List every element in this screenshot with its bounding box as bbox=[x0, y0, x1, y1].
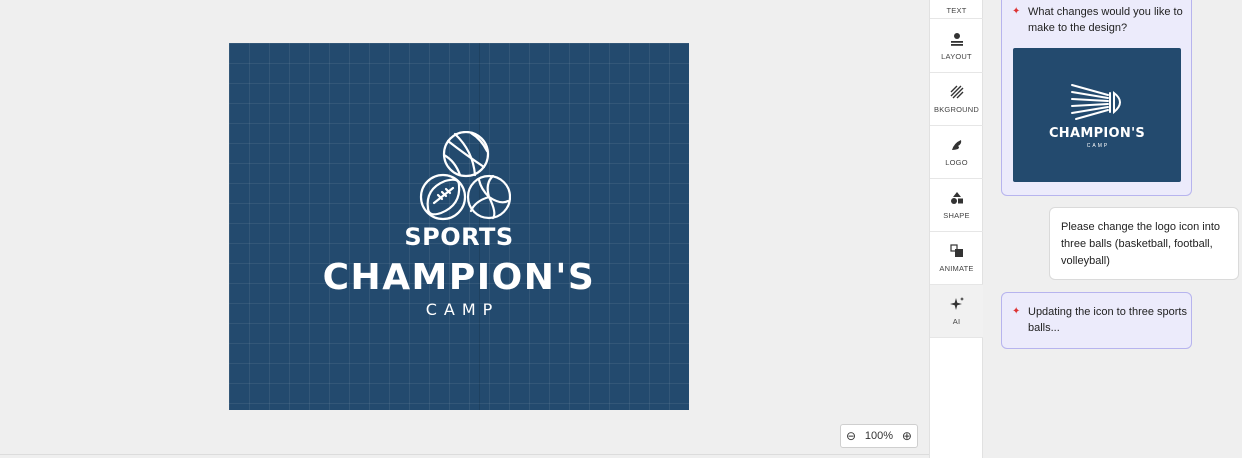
sparkle-icon: ✦ bbox=[1012, 306, 1021, 317]
tool-layout[interactable]: LAYOUT bbox=[930, 20, 983, 73]
design-canvas[interactable]: SPORTS CHAMPION'S CAMP bbox=[229, 43, 689, 410]
tool-label: LAYOUT bbox=[941, 52, 972, 61]
headline-champions[interactable]: CHAMPION'S bbox=[229, 257, 689, 298]
tool-rail: TEXT LAYOUT BKGROUND LOGO SHAPE ANIMATE bbox=[929, 0, 983, 458]
zoom-in-icon[interactable]: ⊕ bbox=[902, 430, 912, 442]
logo-graphic[interactable] bbox=[415, 131, 511, 221]
ai-message: ✦ Updating the icon to three sports ball… bbox=[1001, 292, 1192, 349]
ai-chat-panel: ✦ What changes would you like to make to… bbox=[983, 0, 1242, 458]
tool-background[interactable]: BKGROUND bbox=[930, 73, 983, 126]
football-icon bbox=[419, 173, 467, 221]
tool-label: BKGROUND bbox=[934, 105, 979, 114]
sparkle-icon: ✦ bbox=[1012, 6, 1021, 17]
zoom-out-icon[interactable]: ⊖ bbox=[846, 430, 856, 442]
user-message-text: Please change the logo icon into three b… bbox=[1061, 221, 1221, 267]
tool-shape[interactable]: SHAPE bbox=[930, 179, 983, 232]
ai-message-text: Updating the icon to three sports balls.… bbox=[1028, 306, 1187, 334]
tool-animate[interactable]: ANIMATE bbox=[930, 232, 983, 285]
shuttlecock-icon bbox=[1071, 84, 1121, 120]
headline-sports[interactable]: SPORTS bbox=[229, 223, 689, 251]
animate-icon bbox=[949, 243, 965, 259]
preview-subtitle: CAMP bbox=[1086, 143, 1110, 149]
design-preview-thumbnail[interactable]: CHAMPION'S CAMP bbox=[1013, 48, 1181, 182]
volleyball-icon bbox=[466, 174, 511, 220]
tool-label: TEXT bbox=[946, 5, 967, 15]
tool-label: LOGO bbox=[945, 158, 968, 167]
layout-icon bbox=[949, 31, 965, 47]
background-icon bbox=[949, 84, 965, 100]
zoom-level: 100% bbox=[864, 430, 894, 442]
logo-icon bbox=[949, 137, 965, 153]
preview-title: CHAMPION'S bbox=[1048, 126, 1146, 141]
sparkle-icon bbox=[949, 296, 965, 312]
tool-ai[interactable]: AI bbox=[930, 285, 983, 338]
zoom-control: ⊖ 100% ⊕ bbox=[840, 424, 918, 448]
tool-logo[interactable]: LOGO bbox=[930, 126, 983, 179]
tool-label: SHAPE bbox=[943, 211, 970, 220]
basketball-icon bbox=[442, 131, 490, 178]
shape-icon bbox=[949, 190, 965, 206]
ai-message: ✦ What changes would you like to make to… bbox=[1001, 0, 1192, 196]
ai-message-text: What changes would you like to make to t… bbox=[1028, 6, 1183, 34]
tool-label: AI bbox=[952, 317, 961, 326]
user-message: Please change the logo icon into three b… bbox=[1049, 207, 1239, 280]
canvas-workspace: SPORTS CHAMPION'S CAMP ⊖ 100% ⊕ bbox=[0, 0, 929, 455]
tool-label: ANIMATE bbox=[939, 264, 974, 273]
tool-text[interactable]: TEXT bbox=[930, 0, 983, 19]
headline-camp[interactable]: CAMP bbox=[229, 300, 689, 319]
